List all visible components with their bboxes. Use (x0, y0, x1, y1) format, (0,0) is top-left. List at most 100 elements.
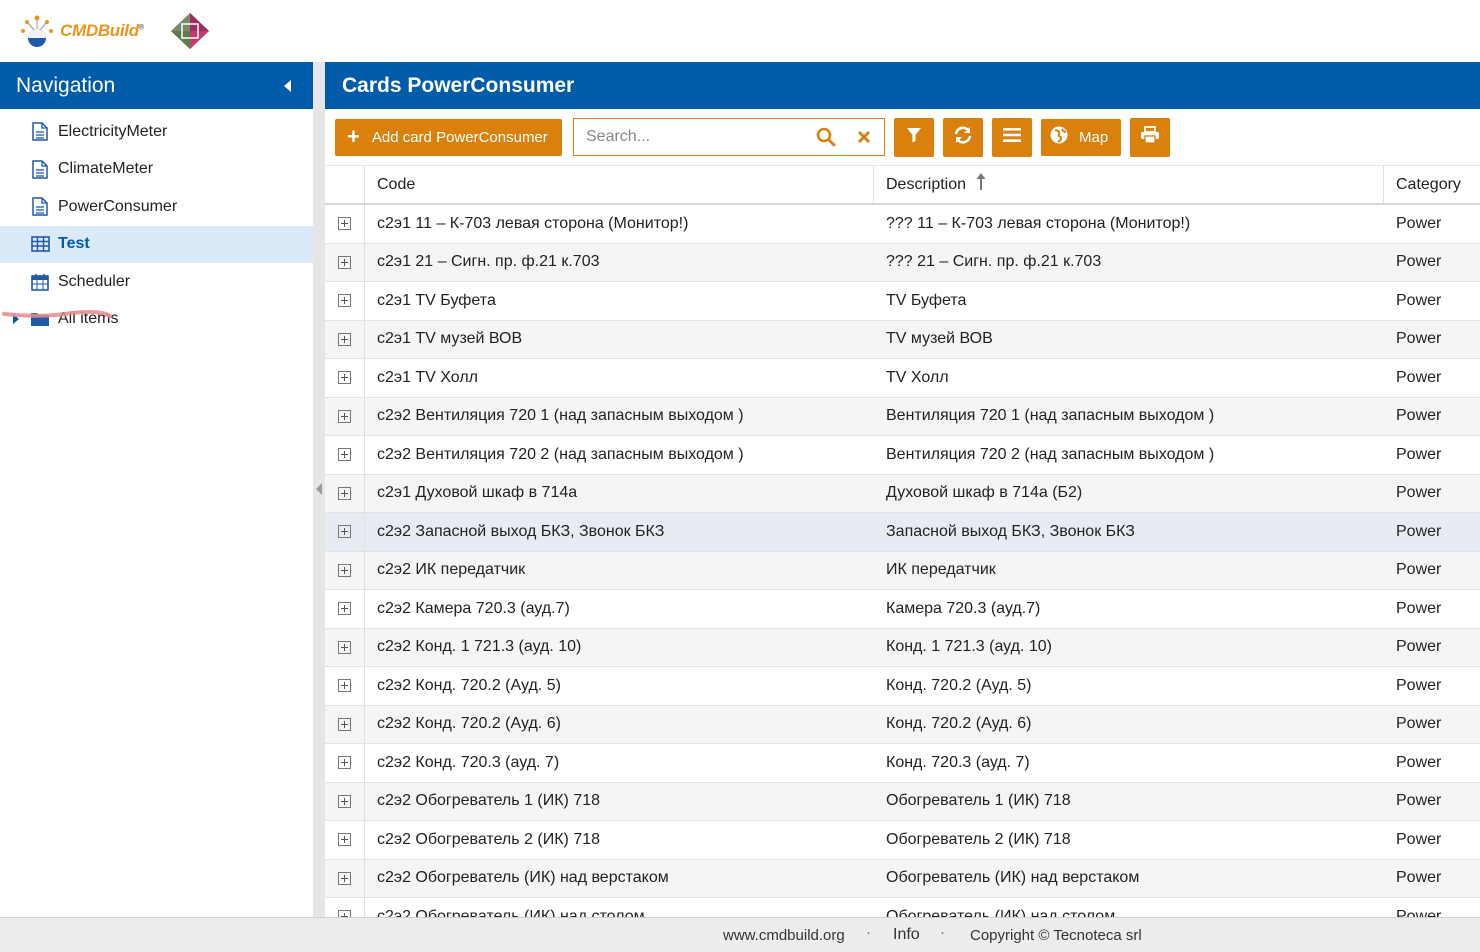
table-row[interactable]: с2э2 Обогреватель 2 (ИК) 718 Обогреватель… (325, 821, 1480, 860)
column-header-description[interactable]: Description (874, 166, 1384, 203)
row-expander (325, 667, 365, 705)
nav-item-label: ClimateMeter (58, 160, 154, 178)
search-box (573, 118, 885, 156)
cmdbuild-logo[interactable]: CMDBuild® (18, 12, 144, 50)
highlight-underline-mark (2, 310, 112, 318)
navigation-panel: Navigation ElectricityMeter ClimateMeter… (0, 62, 313, 917)
cell-code: с2э2 Обогреватель (ИК) над верстаком (377, 869, 669, 887)
expand-plus-icon[interactable] (338, 717, 351, 731)
expand-plus-icon[interactable] (338, 794, 351, 808)
expand-plus-icon[interactable] (338, 563, 351, 577)
table-row[interactable]: с2э2 Конд. 720.2 (Ауд. 5) Конд. 720.2 (Ау… (325, 667, 1480, 706)
table-row[interactable]: с2э2 ИК передатчик ИК передатчик Power (325, 551, 1480, 590)
print-button[interactable] (1130, 117, 1170, 157)
grid-body: с2э1 11 – К-703 левая сторона (Монитор!)… (325, 205, 1480, 917)
cell-description: Вентиляция 720 1 (над запасным выходом ) (886, 407, 1215, 425)
table-row[interactable]: с2э2 Запасной выход БКЗ, Звонок БКЗ Запас… (325, 513, 1480, 552)
expand-plus-icon[interactable] (338, 640, 351, 654)
column-header-label: Category (1396, 175, 1461, 193)
table-row[interactable]: с2э1 11 – К-703 левая сторона (Монитор!)… (325, 205, 1480, 244)
row-expander (325, 282, 365, 320)
cell-description: Вентиляция 720 2 (над запасным выходом ) (886, 445, 1215, 463)
table-row[interactable]: с2э1 TV Холл TV Холл Power (325, 359, 1480, 398)
nav-item-powerconsumer[interactable]: PowerConsumer (0, 188, 313, 226)
nav-item-test[interactable]: Test (0, 225, 313, 263)
expand-plus-icon[interactable] (338, 217, 351, 231)
map-button[interactable]: Map (1041, 118, 1121, 156)
expand-plus-icon[interactable] (338, 756, 351, 770)
expand-plus-icon[interactable] (338, 871, 351, 885)
expand-plus-icon[interactable] (338, 294, 351, 308)
search-input[interactable] (574, 119, 808, 155)
table-row[interactable]: с2э1 TV Буфета TV Буфета Power (325, 282, 1480, 321)
panel-splitter[interactable] (313, 62, 325, 917)
column-header-category[interactable]: Category (1384, 166, 1480, 203)
cell-category: Power (1396, 291, 1442, 309)
add-card-button[interactable]: + Add card PowerConsumer (335, 118, 562, 156)
expand-plus-icon[interactable] (338, 602, 351, 616)
search-icon[interactable] (808, 127, 844, 147)
cell-category: Power (1396, 638, 1442, 656)
cell-category: Power (1396, 561, 1442, 579)
expand-plus-icon[interactable] (338, 255, 351, 269)
table-row[interactable]: с2э2 Вентиляция 720 2 (над запасным выхо… (325, 436, 1480, 475)
cell-category: Power (1396, 330, 1442, 348)
expand-plus-icon[interactable] (338, 371, 351, 385)
column-header-code[interactable]: Code (365, 166, 874, 203)
table-row[interactable]: с2э1 Духовой шкаф в 714а Духовой шкаф в 7… (325, 474, 1480, 513)
cell-description: TV музей ВОВ (886, 330, 993, 348)
nav-item-electricitymeter[interactable]: ElectricityMeter (0, 113, 313, 151)
menu-button[interactable] (992, 117, 1032, 157)
table-row[interactable]: с2э2 Конд. 720.2 (Ауд. 6) Конд. 720.2 (Ау… (325, 705, 1480, 744)
cell-category: Power (1396, 407, 1442, 425)
filter-button[interactable] (894, 117, 934, 157)
table-row[interactable]: с2э2 Конд. 720.3 (ауд. 7) Конд. 720.3 (ау… (325, 744, 1480, 783)
row-expander (325, 628, 365, 666)
cell-category: Power (1396, 792, 1442, 810)
table-row[interactable]: с2э2 Обогреватель 1 (ИК) 718 Обогреватель… (325, 782, 1480, 821)
cell-category: Power (1396, 484, 1442, 502)
expand-plus-icon[interactable] (338, 448, 351, 462)
nav-item-label: ElectricityMeter (58, 122, 168, 140)
document-icon (30, 122, 50, 142)
table-row[interactable]: с2э2 Конд. 1 721.3 (ауд. 10) Конд. 1 721.… (325, 628, 1480, 667)
nav-item-climatemeter[interactable]: ClimateMeter (0, 151, 313, 189)
collapse-left-icon[interactable] (316, 483, 322, 495)
cmdbuild-logo-icon (21, 15, 53, 47)
cell-description: Конд. 720.2 (Ауд. 5) (886, 676, 1032, 694)
collapse-left-icon[interactable] (284, 79, 291, 92)
refresh-button[interactable] (943, 117, 983, 157)
row-expander (325, 859, 365, 897)
expand-plus-icon[interactable] (338, 409, 351, 423)
table-row[interactable]: с2э2 Обогреватель (ИК) над верстаком Обог… (325, 859, 1480, 898)
cell-code: с2э2 Конд. 720.2 (Ауд. 6) (377, 715, 561, 733)
plus-icon: + (347, 124, 360, 149)
nav-item-scheduler[interactable]: Scheduler (0, 263, 313, 301)
refresh-icon (953, 126, 973, 148)
expand-plus-icon[interactable] (338, 679, 351, 693)
website-link[interactable]: www.cmdbuild.org (723, 927, 845, 944)
expand-plus-icon[interactable] (338, 332, 351, 346)
table-row[interactable]: с2э2 Камера 720.3 (ауд.7) Камера 720.3 (а… (325, 590, 1480, 629)
info-link[interactable]: Info (893, 926, 920, 944)
brand-name: CMDBuild® (60, 21, 144, 40)
clear-search-icon[interactable] (844, 130, 884, 144)
cell-category: Power (1396, 830, 1442, 848)
cell-description: Конд. 1 721.3 (ауд. 10) (886, 638, 1052, 656)
cell-description: Конд. 720.2 (Ауд. 6) (886, 715, 1032, 733)
footer: www.cmdbuild.org · Info · Copyright © Te… (0, 917, 1480, 952)
cell-description: Запасной выход БКЗ, Звонок БКЗ (886, 522, 1135, 540)
document-icon (30, 197, 50, 217)
expand-plus-icon[interactable] (338, 833, 351, 847)
nav-item-label: Scheduler (58, 272, 131, 290)
expand-plus-icon[interactable] (338, 486, 351, 500)
cell-category: Power (1396, 907, 1442, 917)
expand-plus-icon[interactable] (338, 525, 351, 539)
table-row[interactable]: с2э1 TV музей ВОВ TV музей ВОВ Power (325, 320, 1480, 359)
nav-item-label: Test (58, 235, 90, 253)
column-header-label: Code (377, 175, 416, 193)
table-row[interactable]: с2э2 Вентиляция 720 1 (над запасным выхо… (325, 397, 1480, 436)
table-row[interactable]: с2э1 21 – Сигн. пр. ф.21 к.703 ??? 21 – С… (325, 243, 1480, 282)
table-row[interactable]: с2э2 Обогреватель (ИК) над столом Обогрев… (325, 898, 1480, 917)
expand-plus-icon[interactable] (338, 910, 351, 917)
